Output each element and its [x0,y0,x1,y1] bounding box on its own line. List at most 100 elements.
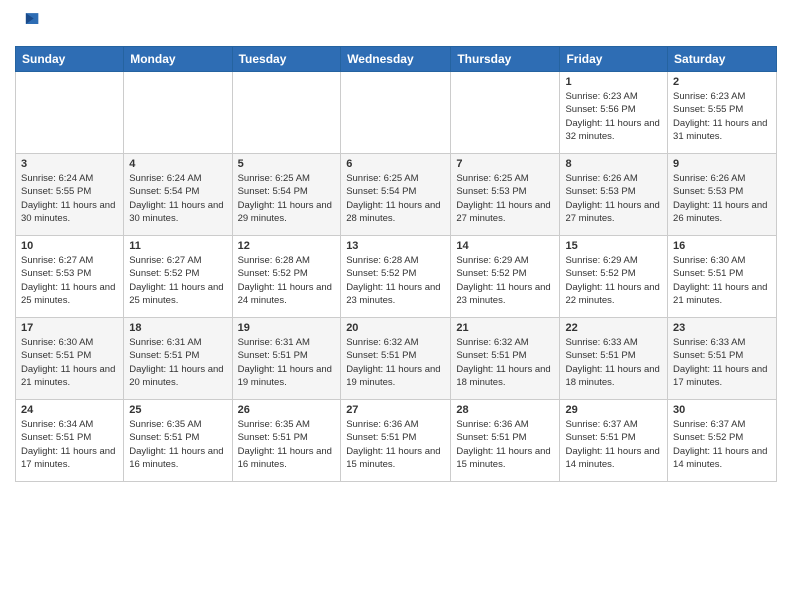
day-info: Sunrise: 6:32 AM Sunset: 5:51 PM Dayligh… [346,336,445,389]
day-number: 30 [673,404,771,416]
day-info: Sunrise: 6:36 AM Sunset: 5:51 PM Dayligh… [346,418,445,471]
page: SundayMondayTuesdayWednesdayThursdayFrid… [0,0,792,612]
day-info: Sunrise: 6:33 AM Sunset: 5:51 PM Dayligh… [673,336,771,389]
calendar-day-cell: 14 Sunrise: 6:29 AM Sunset: 5:52 PM Dayli… [451,236,560,318]
day-number: 25 [129,404,226,416]
calendar-day-cell: 1 Sunrise: 6:23 AM Sunset: 5:56 PM Daylig… [560,72,668,154]
header [15,10,777,38]
day-info: Sunrise: 6:24 AM Sunset: 5:55 PM Dayligh… [21,172,118,225]
day-info: Sunrise: 6:30 AM Sunset: 5:51 PM Dayligh… [21,336,118,389]
day-info: Sunrise: 6:25 AM Sunset: 5:53 PM Dayligh… [456,172,554,225]
day-info: Sunrise: 6:25 AM Sunset: 5:54 PM Dayligh… [238,172,336,225]
calendar-day-cell [341,72,451,154]
calendar-day-cell: 9Sunrise: 6:26 AM Sunset: 5:53 PM Daylig… [668,154,777,236]
calendar-day-cell: 13 Sunrise: 6:28 AM Sunset: 5:52 PM Dayli… [341,236,451,318]
calendar-week-row: 3Sunrise: 6:24 AM Sunset: 5:55 PM Daylig… [16,154,777,236]
day-info: Sunrise: 6:26 AM Sunset: 5:53 PM Dayligh… [565,172,662,225]
calendar-weekday-sunday: Sunday [16,47,124,72]
day-number: 21 [456,322,554,334]
day-number: 24 [21,404,118,416]
calendar-day-cell: 25 Sunrise: 6:35 AM Sunset: 5:51 PM Dayli… [124,400,232,482]
calendar-weekday-wednesday: Wednesday [341,47,451,72]
day-number: 10 [21,240,118,252]
day-info: Sunrise: 6:37 AM Sunset: 5:51 PM Dayligh… [565,418,662,471]
calendar-day-cell: 12Sunrise: 6:28 AM Sunset: 5:52 PM Dayli… [232,236,341,318]
day-info: Sunrise: 6:25 AM Sunset: 5:54 PM Dayligh… [346,172,445,225]
day-number: 19 [238,322,336,334]
calendar-day-cell: 26 Sunrise: 6:35 AM Sunset: 5:51 PM Dayli… [232,400,341,482]
day-number: 20 [346,322,445,334]
calendar-day-cell: 15 Sunrise: 6:29 AM Sunset: 5:52 PM Dayli… [560,236,668,318]
calendar-day-cell: 11 Sunrise: 6:27 AM Sunset: 5:52 PM Dayli… [124,236,232,318]
day-info: Sunrise: 6:29 AM Sunset: 5:52 PM Dayligh… [565,254,662,307]
calendar-weekday-friday: Friday [560,47,668,72]
calendar-weekday-monday: Monday [124,47,232,72]
day-info: Sunrise: 6:28 AM Sunset: 5:52 PM Dayligh… [346,254,445,307]
calendar-day-cell [124,72,232,154]
day-info: Sunrise: 6:30 AM Sunset: 5:51 PM Dayligh… [673,254,771,307]
day-info: Sunrise: 6:35 AM Sunset: 5:51 PM Dayligh… [238,418,336,471]
day-info: Sunrise: 6:33 AM Sunset: 5:51 PM Dayligh… [565,336,662,389]
day-number: 15 [565,240,662,252]
logo-icon [15,10,43,38]
calendar-day-cell: 27 Sunrise: 6:36 AM Sunset: 5:51 PM Dayli… [341,400,451,482]
day-info: Sunrise: 6:36 AM Sunset: 5:51 PM Dayligh… [456,418,554,471]
calendar-day-cell: 28 Sunrise: 6:36 AM Sunset: 5:51 PM Dayli… [451,400,560,482]
calendar-day-cell: 30 Sunrise: 6:37 AM Sunset: 5:52 PM Dayli… [668,400,777,482]
calendar-day-cell [16,72,124,154]
calendar-week-row: 24 Sunrise: 6:34 AM Sunset: 5:51 PM Dayli… [16,400,777,482]
calendar-day-cell: 7Sunrise: 6:25 AM Sunset: 5:53 PM Daylig… [451,154,560,236]
day-number: 29 [565,404,662,416]
calendar-day-cell: 20 Sunrise: 6:32 AM Sunset: 5:51 PM Dayli… [341,318,451,400]
day-number: 18 [129,322,226,334]
calendar-day-cell [451,72,560,154]
day-number: 5 [238,158,336,170]
day-number: 1 [565,76,662,88]
calendar-day-cell: 3Sunrise: 6:24 AM Sunset: 5:55 PM Daylig… [16,154,124,236]
day-info: Sunrise: 6:29 AM Sunset: 5:52 PM Dayligh… [456,254,554,307]
day-number: 14 [456,240,554,252]
day-number: 9 [673,158,771,170]
day-number: 8 [565,158,662,170]
day-info: Sunrise: 6:31 AM Sunset: 5:51 PM Dayligh… [129,336,226,389]
day-info: Sunrise: 6:27 AM Sunset: 5:53 PM Dayligh… [21,254,118,307]
calendar-day-cell: 29 Sunrise: 6:37 AM Sunset: 5:51 PM Dayli… [560,400,668,482]
day-info: Sunrise: 6:27 AM Sunset: 5:52 PM Dayligh… [129,254,226,307]
calendar-weekday-tuesday: Tuesday [232,47,341,72]
day-number: 13 [346,240,445,252]
day-info: Sunrise: 6:23 AM Sunset: 5:55 PM Dayligh… [673,90,771,143]
calendar-day-cell: 4Sunrise: 6:24 AM Sunset: 5:54 PM Daylig… [124,154,232,236]
day-info: Sunrise: 6:35 AM Sunset: 5:51 PM Dayligh… [129,418,226,471]
calendar-week-row: 17 Sunrise: 6:30 AM Sunset: 5:51 PM Dayli… [16,318,777,400]
day-number: 12 [238,240,336,252]
calendar-day-cell: 8 Sunrise: 6:26 AM Sunset: 5:53 PM Daylig… [560,154,668,236]
calendar-day-cell: 10 Sunrise: 6:27 AM Sunset: 5:53 PM Dayli… [16,236,124,318]
calendar-table: SundayMondayTuesdayWednesdayThursdayFrid… [15,46,777,482]
calendar-header-row: SundayMondayTuesdayWednesdayThursdayFrid… [16,47,777,72]
day-info: Sunrise: 6:34 AM Sunset: 5:51 PM Dayligh… [21,418,118,471]
day-info: Sunrise: 6:31 AM Sunset: 5:51 PM Dayligh… [238,336,336,389]
calendar-day-cell: 5 Sunrise: 6:25 AM Sunset: 5:54 PM Daylig… [232,154,341,236]
day-number: 26 [238,404,336,416]
calendar-day-cell: 23 Sunrise: 6:33 AM Sunset: 5:51 PM Dayli… [668,318,777,400]
calendar-day-cell: 18 Sunrise: 6:31 AM Sunset: 5:51 PM Dayli… [124,318,232,400]
day-number: 22 [565,322,662,334]
day-number: 6 [346,158,445,170]
calendar-day-cell: 24 Sunrise: 6:34 AM Sunset: 5:51 PM Dayli… [16,400,124,482]
day-number: 11 [129,240,226,252]
day-number: 4 [129,158,226,170]
day-number: 17 [21,322,118,334]
calendar-weekday-saturday: Saturday [668,47,777,72]
day-number: 23 [673,322,771,334]
calendar-day-cell: 6 Sunrise: 6:25 AM Sunset: 5:54 PM Daylig… [341,154,451,236]
calendar-day-cell: 16Sunrise: 6:30 AM Sunset: 5:51 PM Dayli… [668,236,777,318]
day-number: 28 [456,404,554,416]
day-info: Sunrise: 6:23 AM Sunset: 5:56 PM Dayligh… [565,90,662,143]
day-number: 27 [346,404,445,416]
calendar-week-row: 10 Sunrise: 6:27 AM Sunset: 5:53 PM Dayli… [16,236,777,318]
calendar-day-cell: 2 Sunrise: 6:23 AM Sunset: 5:55 PM Daylig… [668,72,777,154]
calendar-day-cell [232,72,341,154]
day-info: Sunrise: 6:37 AM Sunset: 5:52 PM Dayligh… [673,418,771,471]
day-number: 2 [673,76,771,88]
calendar-day-cell: 17 Sunrise: 6:30 AM Sunset: 5:51 PM Dayli… [16,318,124,400]
